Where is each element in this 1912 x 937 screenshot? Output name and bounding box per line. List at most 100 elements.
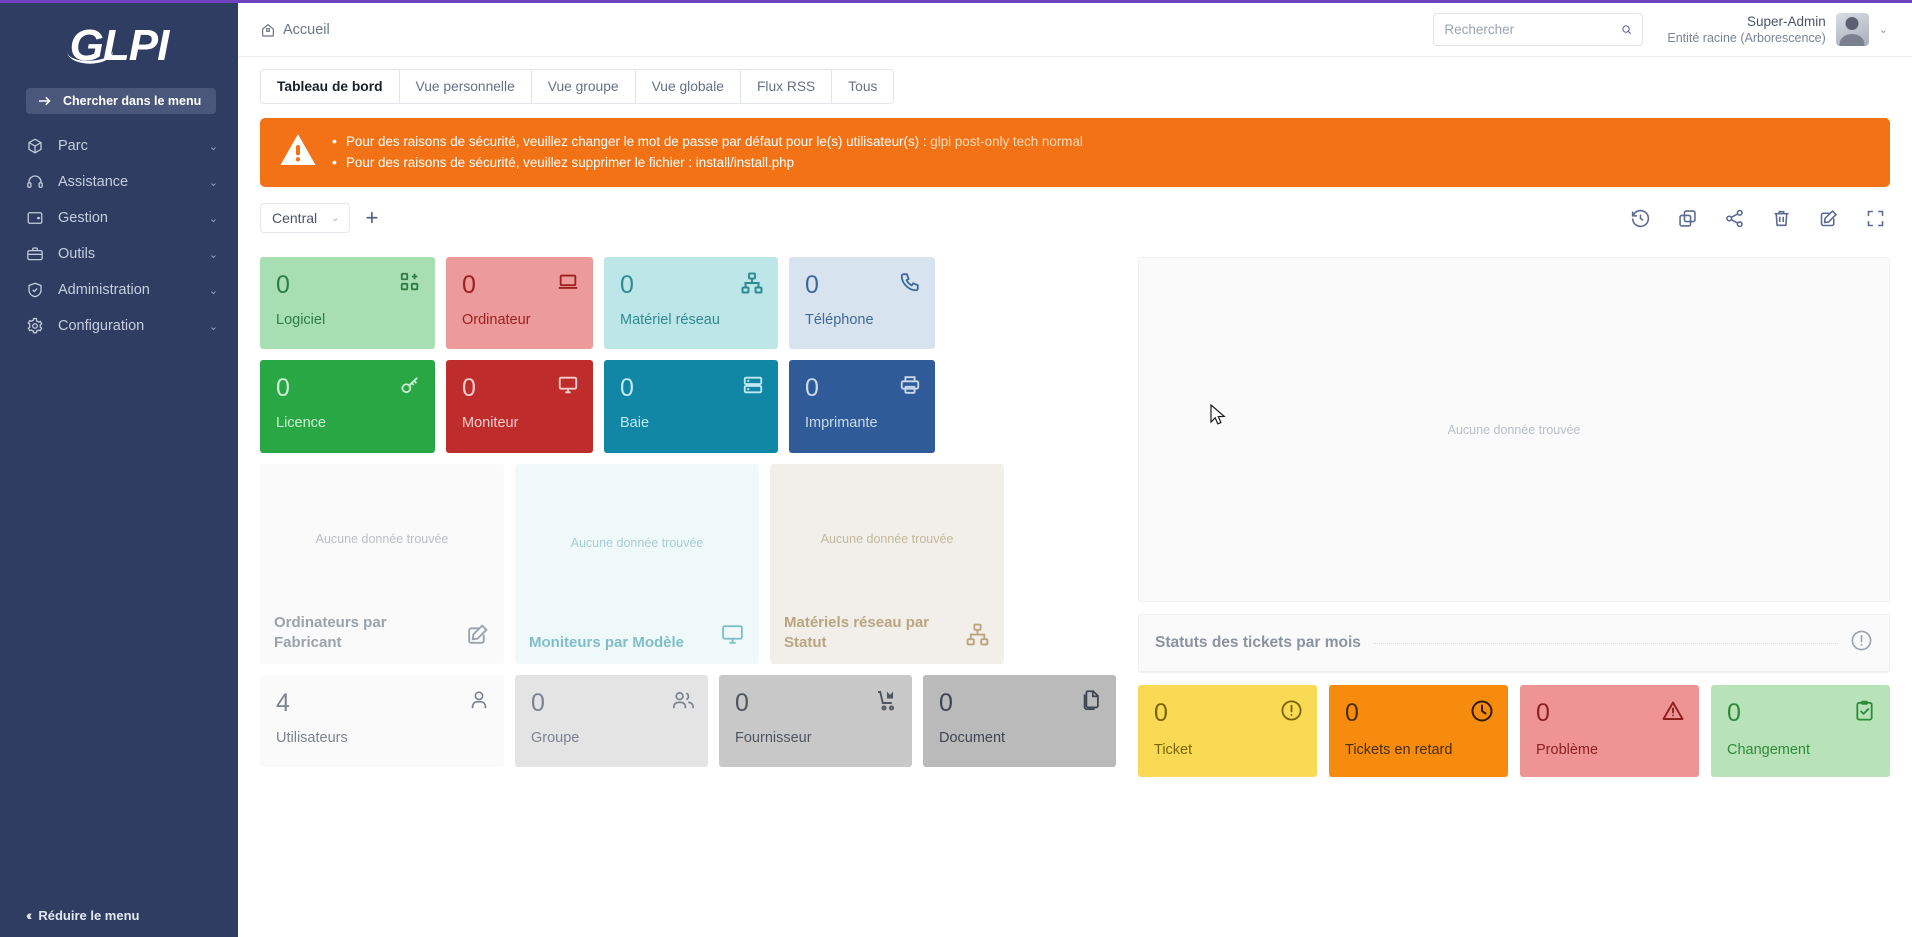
tab-tous[interactable]: Tous — [832, 70, 893, 103]
laptop-icon — [557, 271, 579, 298]
asset-tiles-row-3: 4 Utilisateurs 0 Groupe 0 Fournisseur 0 … — [260, 675, 1126, 767]
status-tile-changement[interactable]: 0 Changement — [1711, 685, 1890, 777]
share-icon[interactable] — [1724, 208, 1745, 229]
clipboard-check-icon — [1853, 699, 1876, 727]
view-tabs: Tableau de bord Vue personnelle Vue grou… — [238, 57, 1912, 104]
history-icon[interactable] — [1630, 208, 1651, 229]
tile-value: 0 — [939, 689, 953, 717]
tile-label: Document — [939, 730, 1006, 746]
search-input[interactable] — [1444, 22, 1622, 37]
chevron-down-icon: ⌄ — [208, 140, 218, 153]
edit-icon[interactable] — [1818, 208, 1839, 229]
tab-flux-rss[interactable]: Flux RSS — [741, 70, 833, 103]
tile-label: Groupe — [531, 730, 580, 746]
chart-title: Ordinateurs par Fabricant — [274, 614, 387, 651]
avatar[interactable] — [1835, 12, 1869, 46]
tile-ordinateur[interactable]: 0 Ordinateur — [446, 257, 593, 349]
key-icon — [399, 374, 421, 401]
tile-document[interactable]: 0 Document — [923, 675, 1116, 767]
sidebar-item-administration[interactable]: Administration ⌄ — [0, 272, 238, 308]
title-divider — [1372, 642, 1838, 644]
panel-title: Statuts des tickets par mois — [1155, 634, 1361, 651]
tile-logiciel[interactable]: 0 Logiciel — [260, 257, 435, 349]
panel-empty-chart[interactable]: Aucune donnée trouvée — [1138, 257, 1890, 602]
breadcrumb[interactable]: Accueil — [260, 22, 330, 38]
user-menu[interactable]: Super-Admin Entité racine (Arborescence)… — [1667, 12, 1888, 47]
tile-baie[interactable]: 0 Baie — [604, 360, 778, 453]
chevron-down-icon[interactable]: ⌄ — [1879, 23, 1888, 36]
status-label: Ticket — [1154, 742, 1193, 758]
user-icon — [468, 689, 490, 716]
sidebar-item-label: Parc — [58, 138, 88, 154]
tab-tableau-de-bord[interactable]: Tableau de bord — [261, 70, 400, 103]
gear-icon — [27, 317, 43, 334]
tile-materiel-reseau[interactable]: 0 Matériel réseau — [604, 257, 778, 349]
sidebar-item-outils[interactable]: Outils ⌄ — [0, 236, 238, 272]
tile-telephone[interactable]: 0 Téléphone — [789, 257, 935, 349]
tile-label: Téléphone — [805, 312, 874, 328]
edit-square-icon — [465, 622, 490, 652]
chart-moniteurs-par-modele[interactable]: Aucune donnée trouvée Moniteurs par Modè… — [515, 464, 759, 664]
status-tile-tickets-en-retard[interactable]: 0 Tickets en retard — [1329, 685, 1508, 777]
chevron-down-icon: ⌄ — [208, 176, 218, 189]
tile-licence[interactable]: 0 Licence — [260, 360, 435, 453]
toolbox-icon — [27, 247, 43, 261]
collapse-menu-label: Réduire le menu — [38, 907, 140, 923]
sidebar-item-assistance[interactable]: Assistance ⌄ — [0, 164, 238, 200]
trash-icon[interactable] — [1771, 208, 1792, 229]
alert-circle-icon[interactable] — [1850, 629, 1873, 657]
ticket-status-tiles: 0 Ticket 0 Tickets en retard 0 Problème … — [1138, 673, 1890, 777]
chevron-double-left-icon: ‹‹ — [26, 907, 33, 923]
chart-title: Matériels réseau par Statut — [784, 614, 930, 651]
glpi-logo[interactable]: GLPI — [0, 3, 238, 88]
chart-nodata-label: Aucune donnée trouvée — [570, 536, 704, 550]
chart-materiels-reseau-par-statut[interactable]: Aucune donnée trouvée Matériels réseau p… — [770, 464, 1004, 664]
dashboard-grid: 0 Logiciel 0 Ordinateur 0 Matériel résea… — [238, 233, 1912, 937]
status-tile-ticket[interactable]: 0 Ticket — [1138, 685, 1317, 777]
dashboard-toolbar: Central ⌄ + — [238, 187, 1912, 233]
chevron-down-icon: ⌄ — [331, 212, 340, 224]
chevron-down-icon: ⌄ — [208, 212, 218, 225]
tab-vue-groupe[interactable]: Vue groupe — [532, 70, 636, 103]
tile-label: Logiciel — [276, 312, 326, 328]
rack-icon — [742, 374, 764, 401]
dashboard-selector[interactable]: Central ⌄ — [260, 203, 350, 233]
add-dashboard-button[interactable]: + — [366, 207, 379, 229]
global-search[interactable] — [1433, 13, 1644, 46]
tile-groupe[interactable]: 0 Groupe — [515, 675, 708, 767]
arrow-right-icon — [39, 96, 51, 106]
panel-statuts-tickets: Statuts des tickets par mois — [1138, 614, 1890, 673]
collapse-menu-button[interactable]: ‹‹ Réduire le menu — [0, 907, 238, 923]
sidebar-item-gestion[interactable]: Gestion ⌄ — [0, 200, 238, 236]
menu-search-button[interactable]: Chercher dans le menu — [26, 88, 216, 114]
status-tile-probleme[interactable]: 0 Problème — [1520, 685, 1699, 777]
search-icon[interactable] — [1621, 21, 1632, 38]
tile-label: Ordinateur — [462, 312, 531, 328]
tab-vue-personnelle[interactable]: Vue personnelle — [400, 70, 532, 103]
asset-tiles-row-2: 0 Licence 0 Moniteur 0 Baie 0 Imprimante — [260, 360, 1126, 453]
sidebar-item-label: Assistance — [58, 174, 129, 190]
chart-nodata-label: Aucune donnée trouvée — [820, 531, 954, 546]
sidebar: GLPI Chercher dans le menu Parc ⌄ Assist… — [0, 0, 238, 937]
main-content: Accueil Super-Admin Entité racine (Arbor… — [238, 0, 1912, 937]
sidebar-item-configuration[interactable]: Configuration ⌄ — [0, 308, 238, 344]
tile-imprimante[interactable]: 0 Imprimante — [789, 360, 935, 453]
tile-moniteur[interactable]: 0 Moniteur — [446, 360, 593, 453]
breadcrumb-label: Accueil — [283, 21, 330, 38]
copy-icon[interactable] — [1677, 208, 1698, 229]
documents-icon — [1080, 689, 1102, 716]
chart-nodata-label: Aucune donnée trouvée — [315, 531, 449, 546]
menu-search-label: Chercher dans le menu — [63, 94, 202, 108]
asset-tiles-row-1: 0 Logiciel 0 Ordinateur 0 Matériel résea… — [260, 257, 1126, 349]
tab-vue-globale[interactable]: Vue globale — [636, 70, 741, 103]
tile-fournisseur[interactable]: 0 Fournisseur — [719, 675, 912, 767]
tile-utilisateurs[interactable]: 4 Utilisateurs — [260, 675, 504, 767]
tile-label: Utilisateurs — [276, 730, 348, 746]
top-bar: Accueil Super-Admin Entité racine (Arbor… — [238, 3, 1912, 57]
dashboard-left-column: 0 Logiciel 0 Ordinateur 0 Matériel résea… — [260, 257, 1126, 937]
alert-line-2: Pour des raisons de sécurité, veuillez s… — [332, 152, 1083, 174]
tile-label: Licence — [276, 415, 326, 431]
sidebar-item-parc[interactable]: Parc ⌄ — [0, 128, 238, 164]
chart-ordinateurs-par-fabricant[interactable]: Aucune donnée trouvée Ordinateurs par Fa… — [260, 464, 504, 664]
fullscreen-icon[interactable] — [1865, 208, 1886, 229]
